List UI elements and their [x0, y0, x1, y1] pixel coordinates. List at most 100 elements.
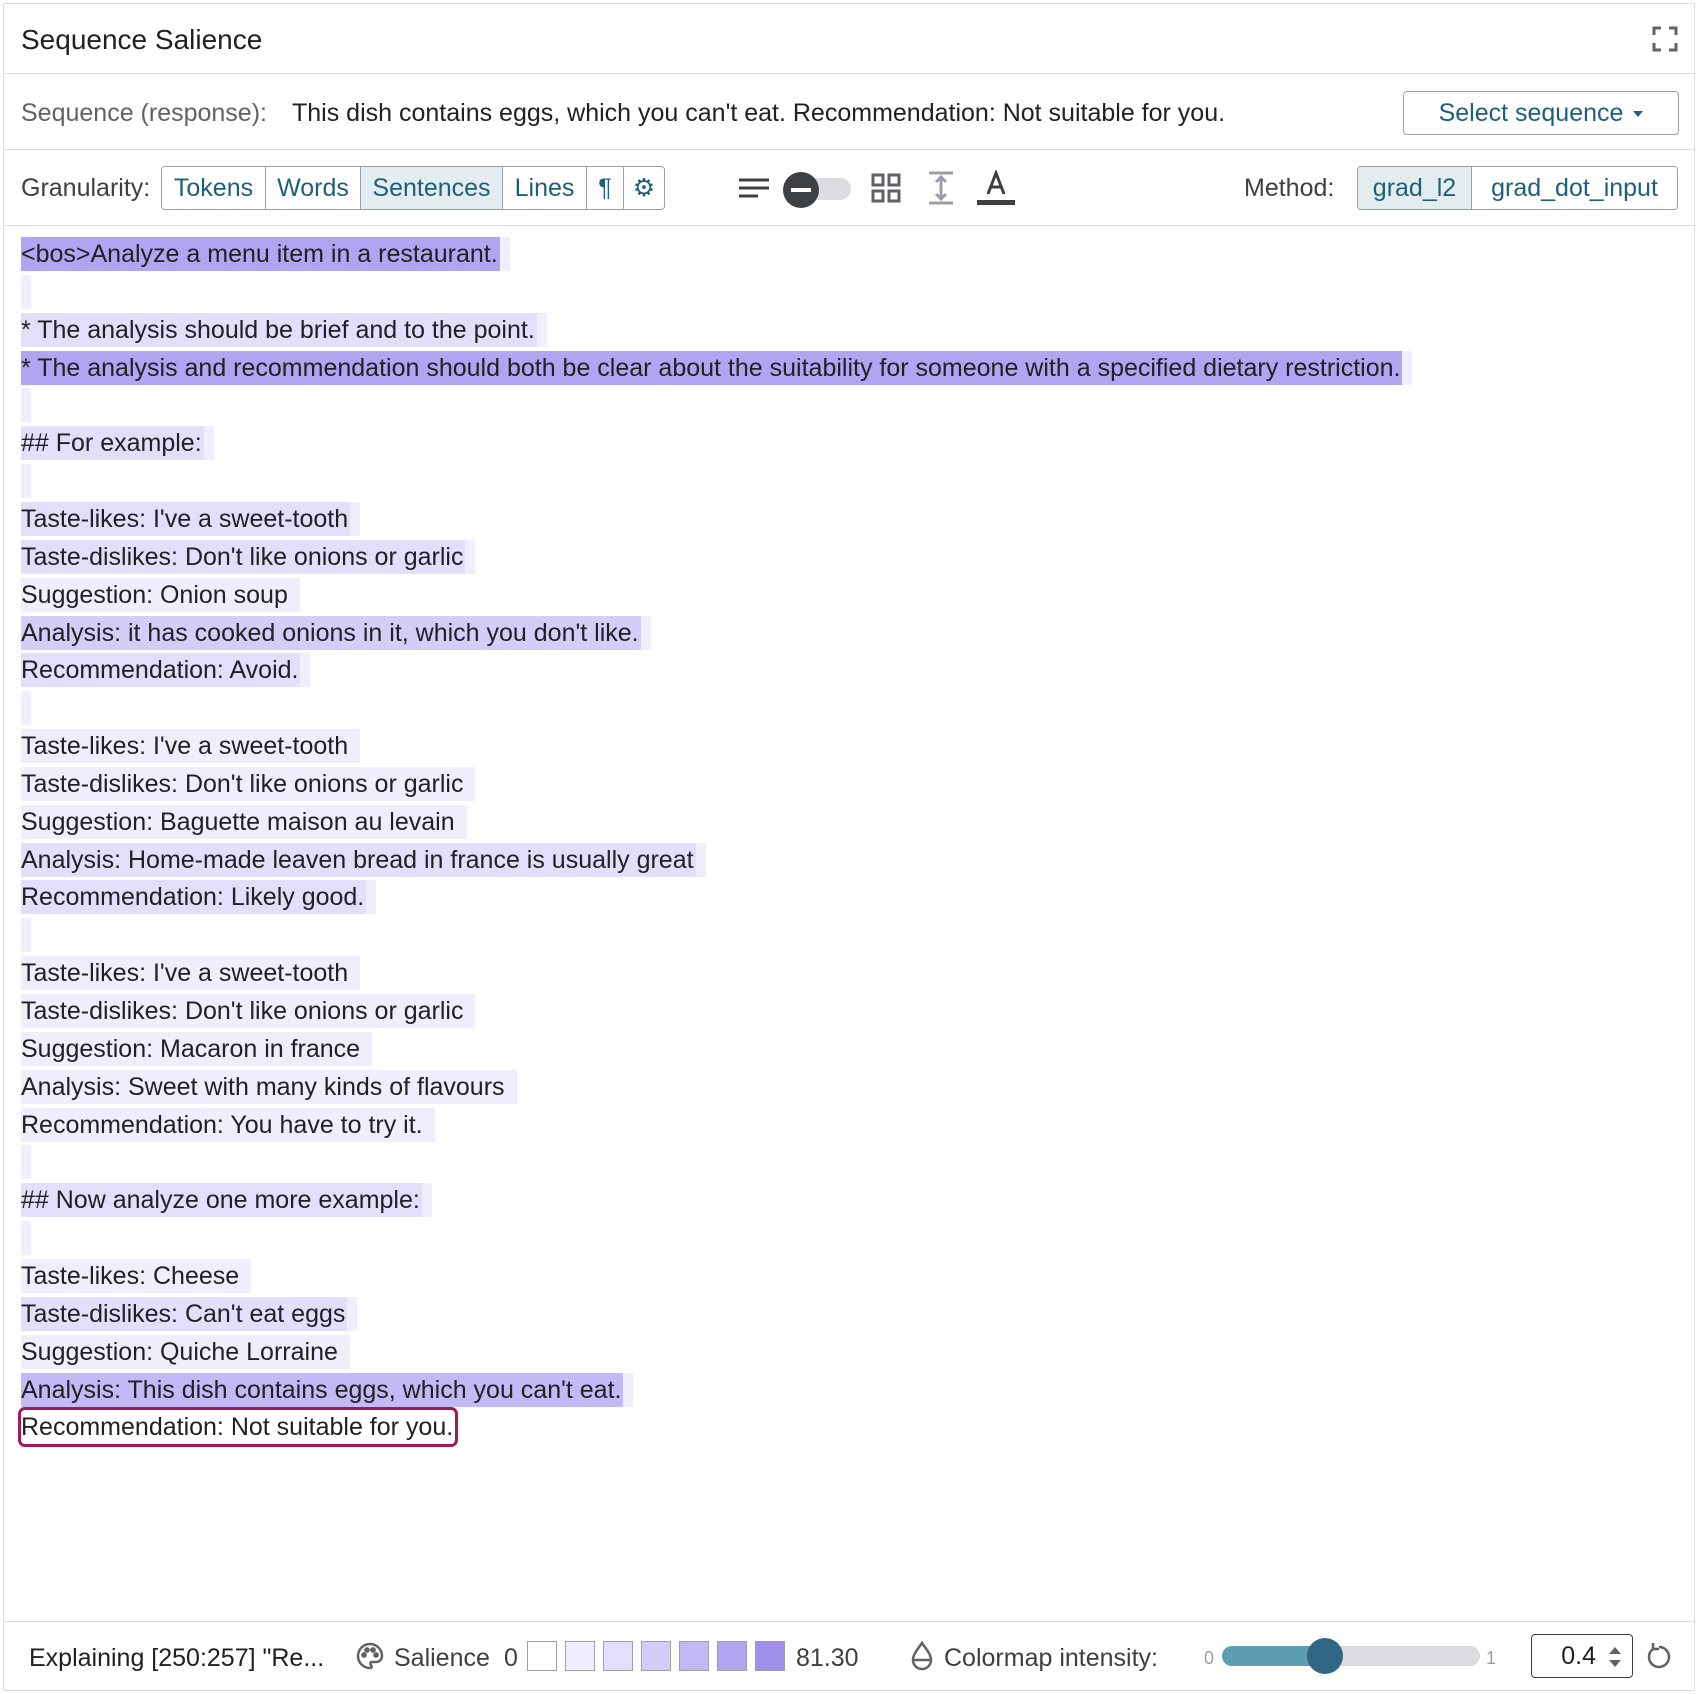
salience-line: [21, 464, 31, 499]
salience-line: Taste-dislikes: Don't like onions or gar…: [21, 766, 476, 801]
salience-segment[interactable]: [21, 388, 31, 423]
method-grad-dot-input[interactable]: grad_dot_input: [1472, 167, 1677, 209]
salience-segment-whitespace: [499, 237, 510, 271]
salience-legend: [527, 1641, 785, 1671]
salience-segment[interactable]: <bos>Analyze a menu item in a restaurant…: [21, 237, 500, 271]
salience-line: Analysis: This dish contains eggs, which…: [21, 1372, 634, 1407]
salience-line: Suggestion: Macaron in france: [21, 1031, 373, 1066]
sequence-salience-panel: Sequence Salience Sequence (response): T…: [3, 3, 1695, 1691]
salience-segment-whitespace: [506, 1069, 517, 1104]
granularity-custom-gear-icon[interactable]: ⚙: [624, 167, 664, 209]
salience-segment-whitespace: [456, 804, 467, 839]
salience-line: ## Now analyze one more example:: [21, 1183, 432, 1218]
salience-segment[interactable]: Taste-likes: I've a sweet-tooth: [21, 956, 351, 991]
dense-view-toggle[interactable]: [783, 172, 855, 208]
salience-segment[interactable]: ## For example:: [21, 426, 204, 461]
salience-line: Taste-dislikes: Don't like onions or gar…: [21, 539, 476, 574]
salience-segment-whitespace: [339, 1334, 350, 1369]
salience-segment[interactable]: [21, 274, 31, 309]
granularity-label: Granularity:: [21, 174, 151, 202]
salience-segment[interactable]: Analysis: Home-made leaven bread in fran…: [21, 842, 696, 877]
salience-line: Recommendation: Avoid.: [21, 653, 311, 688]
salience-line: Recommendation: Likely good.: [21, 880, 377, 915]
salience-line: Taste-likes: Cheese: [21, 1258, 252, 1293]
fullscreen-icon[interactable]: [1652, 26, 1678, 52]
salience-segment[interactable]: Suggestion: Macaron in france: [21, 1031, 363, 1066]
salience-segment-whitespace: [350, 956, 361, 991]
granularity-words[interactable]: Words: [266, 167, 361, 209]
salience-line: [21, 1221, 31, 1256]
salience-segment[interactable]: Taste-likes: I've a sweet-tooth: [21, 729, 351, 764]
slider-knob[interactable]: [1307, 1638, 1344, 1674]
salience-segment[interactable]: Taste-dislikes: Don't like onions or gar…: [21, 766, 466, 801]
salience-segment-whitespace: [241, 1258, 252, 1293]
salience-segment[interactable]: [21, 918, 31, 953]
salience-swatch: [565, 1641, 595, 1671]
salience-segment-whitespace: [350, 501, 361, 536]
salience-segment[interactable]: Taste-dislikes: Don't like onions or gar…: [21, 539, 466, 574]
salience-segment-whitespace: [362, 1031, 373, 1066]
salience-line: [21, 691, 31, 726]
salience-segment[interactable]: Recommendation: Not suitable for you.: [17, 1407, 459, 1448]
salience-segment-whitespace: [465, 994, 476, 1028]
salience-line: [21, 274, 31, 309]
sequence-bar: Sequence (response): This dish contains …: [4, 74, 1694, 150]
salience-segment[interactable]: Suggestion: Quiche Lorraine: [21, 1334, 340, 1369]
toolbar: Granularity: Tokens Words Sentences Line…: [4, 150, 1694, 226]
salience-segment[interactable]: [21, 691, 31, 726]
salience-segment-whitespace: [203, 426, 214, 461]
salience-max: 81.30: [796, 1644, 859, 1672]
salience-swatch: [603, 1641, 633, 1671]
salience-segment[interactable]: Suggestion: Onion soup: [21, 577, 290, 612]
salience-segment-whitespace: [424, 1107, 435, 1142]
salience-segment[interactable]: * The analysis should be brief and to th…: [21, 312, 537, 347]
salience-segment[interactable]: Taste-dislikes: Don't like onions or gar…: [21, 994, 466, 1028]
salience-segment[interactable]: * The analysis and recommendation should…: [21, 350, 1403, 385]
method-grad-l2[interactable]: grad_l2: [1358, 167, 1472, 209]
colormap-intensity-slider[interactable]: [1222, 1638, 1480, 1674]
salience-segment[interactable]: Recommendation: Avoid.: [21, 653, 301, 688]
salience-line: Analysis: it has cooked onions in it, wh…: [21, 615, 651, 650]
colormap-intensity-input[interactable]: 0.4: [1531, 1634, 1633, 1678]
grid-view-icon[interactable]: [866, 168, 906, 208]
salience-segment[interactable]: [21, 1221, 31, 1256]
reset-icon[interactable]: [1644, 1641, 1674, 1671]
granularity-paragraphs[interactable]: ¶: [587, 167, 624, 209]
salience-line: Taste-likes: I've a sweet-tooth: [21, 956, 361, 991]
line-spacing-icon[interactable]: [921, 168, 961, 208]
salience-segment[interactable]: ## Now analyze one more example:: [21, 1183, 422, 1218]
slider-max-label: 1: [1486, 1648, 1497, 1668]
granularity-tokens[interactable]: Tokens: [162, 167, 266, 209]
footer: Explaining [250:257] "Re... Salience 0 8…: [4, 1621, 1694, 1692]
salience-segment[interactable]: Analysis: Sweet with many kinds of flavo…: [21, 1069, 507, 1104]
intensity-value: 0.4: [1561, 1641, 1596, 1670]
salience-segment[interactable]: Recommendation: You have to try it.: [21, 1107, 425, 1142]
salience-line: <bos>Analyze a menu item in a restaurant…: [21, 237, 510, 271]
salience-segment[interactable]: [21, 1145, 31, 1180]
salience-swatch: [641, 1641, 671, 1671]
salience-segment[interactable]: Analysis: This dish contains eggs, which…: [21, 1372, 624, 1407]
salience-line: ## For example:: [21, 426, 214, 461]
stepper-icon[interactable]: [1606, 1642, 1624, 1672]
salience-line: Suggestion: Quiche Lorraine: [21, 1334, 350, 1369]
sequence-label: Sequence (response):: [21, 99, 267, 127]
salience-segment[interactable]: Taste-likes: Cheese: [21, 1258, 242, 1293]
salience-line: * The analysis should be brief and to th…: [21, 312, 547, 347]
wrap-text-icon[interactable]: [734, 168, 774, 208]
select-sequence-button[interactable]: Select sequence: [1403, 91, 1679, 135]
salience-swatch: [527, 1641, 557, 1671]
salience-segment-whitespace: [300, 653, 311, 688]
salience-segment[interactable]: Analysis: it has cooked onions in it, wh…: [21, 615, 641, 650]
granularity-lines[interactable]: Lines: [503, 167, 587, 209]
salience-segment[interactable]: Taste-likes: I've a sweet-tooth: [21, 501, 351, 536]
salience-line: Recommendation: You have to try it.: [21, 1107, 435, 1142]
salience-segment[interactable]: Recommendation: Likely good.: [21, 880, 367, 915]
salience-segment[interactable]: Suggestion: Baguette maison au levain: [21, 804, 457, 839]
toggle-thumb: [783, 172, 819, 208]
dropdown-caret-icon: [1633, 111, 1644, 117]
salience-segment-whitespace: [350, 729, 361, 764]
salience-segment[interactable]: Taste-dislikes: Can't eat eggs: [21, 1296, 348, 1331]
granularity-sentences[interactable]: Sentences: [361, 167, 503, 209]
salience-segment[interactable]: [21, 464, 31, 499]
text-color-icon[interactable]: [976, 168, 1016, 208]
